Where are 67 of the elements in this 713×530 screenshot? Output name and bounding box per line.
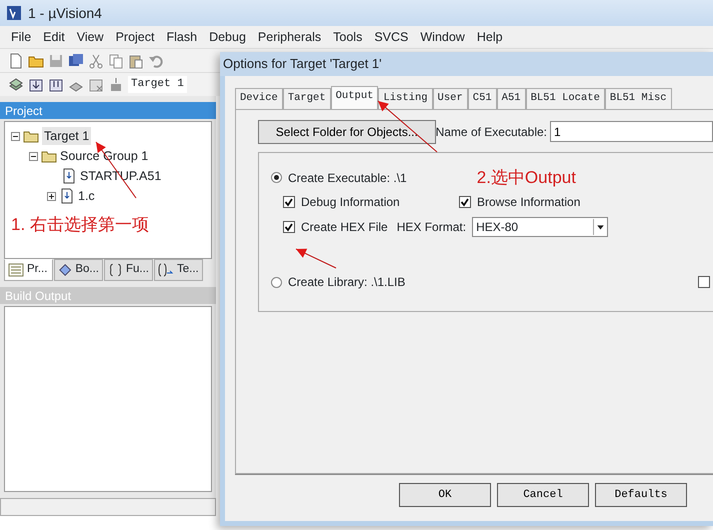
- panel-tab[interactable]: Bo...: [54, 259, 103, 281]
- cut-icon[interactable]: [88, 52, 104, 68]
- window-title: 1 - µVision4: [28, 4, 102, 23]
- checkbox[interactable]: [698, 276, 710, 288]
- build-icon[interactable]: [28, 76, 44, 92]
- menu-item[interactable]: Flash: [161, 26, 202, 48]
- collapse-icon[interactable]: [29, 152, 38, 160]
- menu-item[interactable]: File: [6, 26, 36, 48]
- checkbox[interactable]: [283, 221, 295, 234]
- tab[interactable]: Listing: [378, 88, 433, 109]
- braces-icon: [108, 262, 123, 278]
- annotation-text: 2.选中Output: [476, 166, 576, 189]
- checkbox-label: Debug Information: [301, 194, 400, 212]
- panel-tab[interactable]: Te...: [154, 259, 203, 281]
- file-icon[interactable]: [59, 188, 75, 204]
- app-logo-icon: [6, 5, 22, 21]
- dialog-button[interactable]: Defaults: [595, 483, 687, 507]
- file-icon[interactable]: [61, 168, 77, 184]
- paste-icon[interactable]: [128, 52, 144, 68]
- save-all-icon[interactable]: [68, 52, 84, 68]
- menu-item[interactable]: Edit: [38, 26, 70, 48]
- field-label: HEX Format:: [396, 219, 466, 236]
- menu-item[interactable]: Debug: [204, 26, 251, 48]
- stack-icon[interactable]: [8, 76, 24, 92]
- menu-item[interactable]: SVCS: [369, 26, 414, 48]
- menu-item[interactable]: Tools: [328, 26, 368, 48]
- tab[interactable]: Output: [330, 86, 378, 109]
- tree-item[interactable]: 1.c: [78, 186, 95, 206]
- dialog-title: Options for Target 'Target 1': [223, 55, 382, 74]
- tab[interactable]: BL51 Locate: [526, 88, 605, 109]
- field-label: Name of Executable:: [436, 124, 547, 141]
- radio-button[interactable]: [271, 172, 282, 183]
- checkbox[interactable]: [459, 196, 471, 208]
- expand-icon[interactable]: [47, 192, 56, 200]
- radio-label: Create Library: .\1.LIB: [288, 274, 406, 292]
- copy-icon[interactable]: [108, 52, 124, 68]
- menu-item[interactable]: View: [72, 26, 109, 48]
- list-icon: [8, 262, 24, 278]
- tab[interactable]: A51: [496, 88, 526, 109]
- menu-item[interactable]: Window: [415, 26, 470, 48]
- panel-tab[interactable]: Fu...: [104, 259, 153, 281]
- executable-name-field[interactable]: 1: [550, 121, 713, 142]
- panel-title: Project: [5, 102, 42, 120]
- checkbox-label: Create HEX File: [301, 219, 388, 236]
- menu-item[interactable]: Project: [110, 26, 160, 48]
- tab[interactable]: User: [432, 88, 468, 109]
- hex-format-select[interactable]: HEX-80: [472, 217, 608, 238]
- tab[interactable]: C51: [468, 88, 497, 109]
- checkbox[interactable]: [283, 196, 295, 208]
- tab[interactable]: Device: [235, 88, 283, 109]
- menu-item[interactable]: Help: [472, 26, 508, 48]
- checkbox-label: Browse Information: [477, 194, 580, 212]
- annotation-text: 1. 右击选择第一项: [11, 214, 150, 236]
- collapse-icon[interactable]: [11, 132, 20, 140]
- radio-label: Create Executable: .\1: [288, 170, 407, 186]
- target-select[interactable]: Target 1: [128, 76, 187, 93]
- tree-item[interactable]: Target 1: [42, 126, 92, 146]
- new-file-icon[interactable]: [8, 52, 24, 68]
- dialog-button[interactable]: OK: [399, 483, 491, 507]
- menu-item[interactable]: Peripherals: [252, 26, 326, 48]
- tab[interactable]: BL51 Misc: [604, 88, 672, 109]
- tab[interactable]: Target: [282, 88, 331, 109]
- dialog-button[interactable]: Cancel: [497, 483, 589, 507]
- load-icon[interactable]: [108, 76, 124, 92]
- annotation-arrow: [296, 248, 336, 268]
- panel-tab[interactable]: Pr...: [4, 259, 53, 281]
- radio-button[interactable]: [271, 276, 282, 288]
